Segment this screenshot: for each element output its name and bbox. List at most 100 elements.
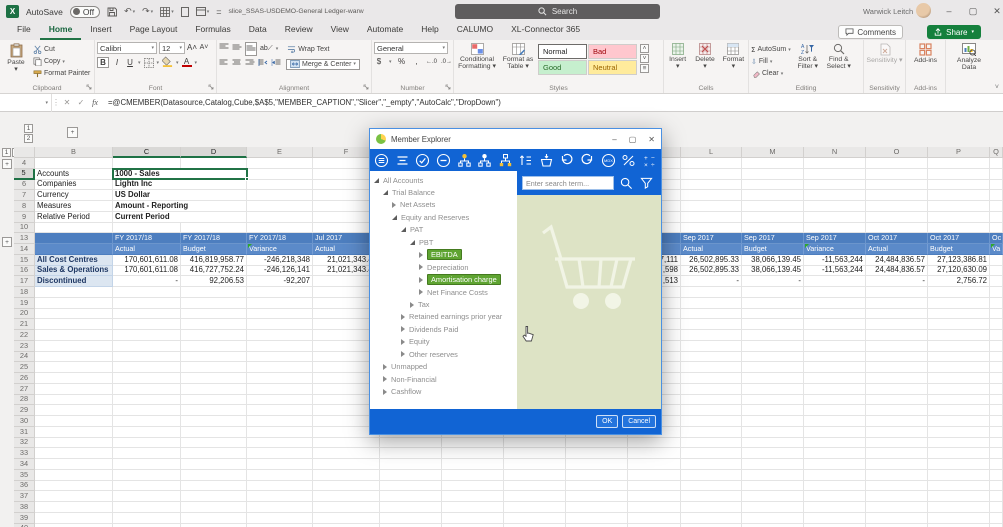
cell-M4[interactable] [742,158,804,169]
cell-H40[interactable] [442,524,504,527]
underline-button[interactable]: U [125,57,135,68]
cell-M40[interactable] [742,524,804,527]
cell-I35[interactable] [504,470,566,481]
cell-C34[interactable] [113,459,181,470]
cell-N25[interactable] [804,362,866,373]
cell-style-neutral[interactable]: Neutral [588,60,637,75]
cell-E8[interactable] [247,201,313,212]
cell-M22[interactable] [742,330,804,341]
sort-filter-button[interactable]: AZ Sort & Filter ▾ [794,42,822,82]
cell-D27[interactable] [181,384,247,395]
cell-L5[interactable] [681,169,742,180]
minimize-button[interactable]: – [938,0,960,22]
cell-C25[interactable] [113,362,181,373]
cell-L36[interactable] [681,481,742,492]
cell-H39[interactable] [442,513,504,524]
cell-E25[interactable] [247,362,313,373]
cell-Q32[interactable] [990,438,1003,449]
clear-button[interactable]: Clear ▾ [751,68,791,79]
row-header-40[interactable]: 40 [14,524,35,527]
cell-J37[interactable] [566,491,628,502]
search-go-icon[interactable] [618,175,634,191]
cell-D36[interactable] [181,481,247,492]
cell-D30[interactable] [181,416,247,427]
cell-Q6[interactable] [990,180,1003,191]
cell-K39[interactable] [628,513,681,524]
cell-F40[interactable] [313,524,380,527]
cell-J32[interactable] [566,438,628,449]
cell-Q5[interactable] [990,169,1003,180]
row-header-32[interactable]: 32 [14,438,35,449]
cell-D19[interactable] [181,298,247,309]
cell-L16[interactable]: 26,502,895.33 [681,266,742,277]
row-header-39[interactable]: 39 [14,513,35,524]
cell-L10[interactable] [681,223,742,234]
cell-P26[interactable] [928,373,990,384]
cell-D35[interactable] [181,470,247,481]
cell-N39[interactable] [804,513,866,524]
cell-M14[interactable]: Budget [742,244,804,255]
cell-Q9[interactable] [990,212,1003,223]
cell-L33[interactable] [681,448,742,459]
cell-O37[interactable] [866,491,928,502]
font-dialog-launcher-icon[interactable] [208,83,214,92]
cell-N24[interactable] [804,352,866,363]
cell-O33[interactable] [866,448,928,459]
cell-Q19[interactable] [990,298,1003,309]
cell-P29[interactable] [928,405,990,416]
row-header-15[interactable]: 15 [14,255,35,266]
cell-L22[interactable] [681,330,742,341]
cell-B33[interactable] [35,448,113,459]
column-group-expand-button[interactable]: + [67,127,78,138]
cell-M34[interactable] [742,459,804,470]
cell-N35[interactable] [804,470,866,481]
cell-E32[interactable] [247,438,313,449]
tree-expand-icon[interactable] [383,364,387,370]
cell-C8[interactable]: Amount - Reporting [113,201,247,212]
cell-O16[interactable]: 24,484,836.57 [866,266,928,277]
cell-O29[interactable] [866,405,928,416]
cell-P8[interactable] [928,201,990,212]
cell-G36[interactable] [380,481,442,492]
cell-M23[interactable] [742,341,804,352]
cell-E17[interactable]: -92,207 [247,276,313,287]
cell-P23[interactable] [928,341,990,352]
tab-view[interactable]: View [322,21,358,40]
cell-P27[interactable] [928,384,990,395]
cell-P17[interactable]: 2,756.72 [928,276,990,287]
cell-J39[interactable] [566,513,628,524]
decrease-decimal-button[interactable]: .0→ [442,56,452,67]
paste-button[interactable]: Paste▾ [2,42,30,82]
cell-M20[interactable] [742,309,804,320]
copy-button[interactable]: Copy ▾ [33,56,90,67]
cell-N32[interactable] [804,438,866,449]
cell-B17[interactable]: Discontinued [35,276,113,287]
cell-Q23[interactable] [990,341,1003,352]
dialog-close-icon[interactable]: ✕ [648,135,655,144]
select-all-corner[interactable] [14,147,35,158]
cell-E13[interactable]: FY 2017/18 [247,233,313,244]
cell-L32[interactable] [681,438,742,449]
tree-item-other-reserves[interactable]: Other reserves [401,348,458,360]
cell-Q4[interactable] [990,158,1003,169]
cell-M6[interactable] [742,180,804,191]
tree-expand-icon[interactable] [419,289,423,295]
tree-expand-icon[interactable] [401,339,405,345]
cell-Q29[interactable] [990,405,1003,416]
cell-P35[interactable] [928,470,990,481]
cell-L29[interactable] [681,405,742,416]
currency-format-button[interactable]: $ [374,56,384,67]
cell-K32[interactable] [628,438,681,449]
customize-icon[interactable]: = [216,7,221,17]
cell-G37[interactable] [380,491,442,502]
cell-K35[interactable] [628,470,681,481]
cell-E23[interactable] [247,341,313,352]
row-header-8[interactable]: 8 [14,201,35,212]
tree-collapse-icon[interactable] [401,227,406,232]
redo-icon[interactable]: ↷▾ [142,7,153,17]
cut-button[interactable]: Cut [33,44,90,55]
cell-C38[interactable] [113,502,181,513]
cell-C4[interactable] [113,158,181,169]
cell-L23[interactable] [681,341,742,352]
cell-O34[interactable] [866,459,928,470]
